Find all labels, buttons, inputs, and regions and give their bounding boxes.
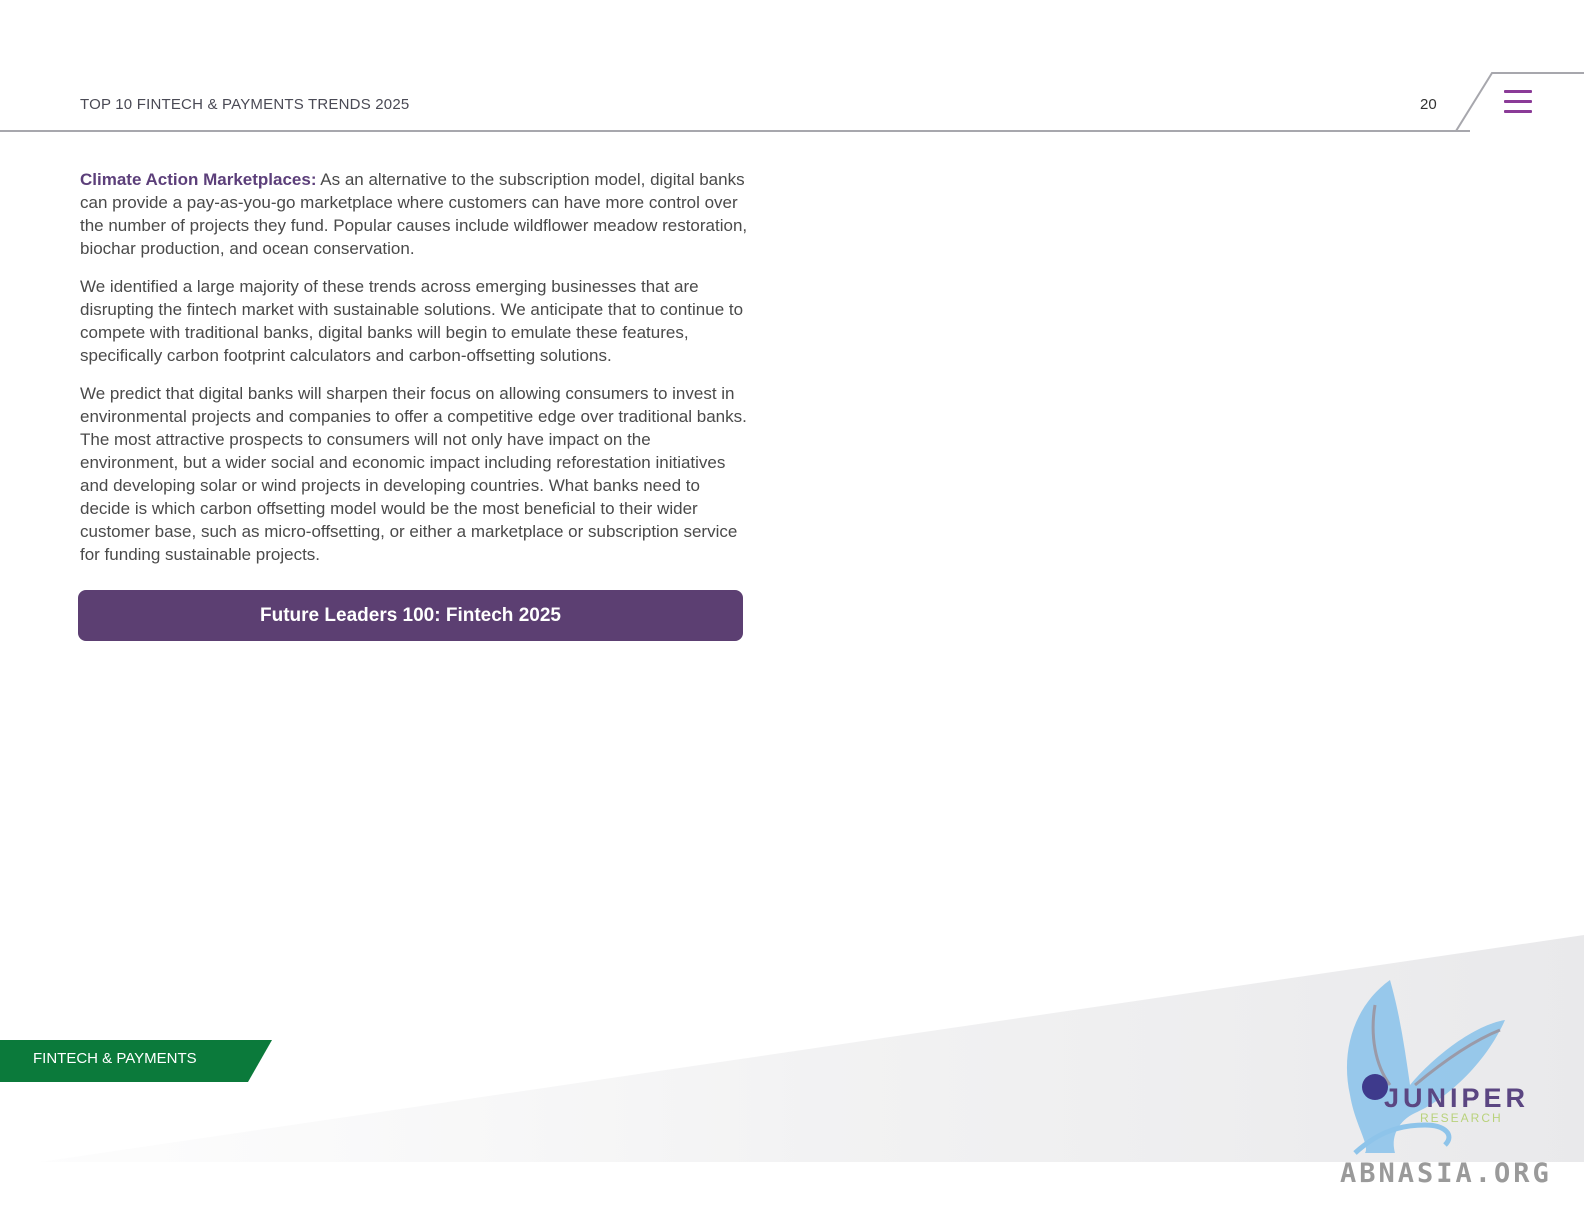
category-label: FINTECH & PAYMENTS [33,1050,197,1067]
juniper-griffin-logo-icon [1346,980,1505,1155]
watermark: ABNASIA.ORG [1340,1158,1552,1189]
logo-subtitle: RESEARCH [1420,1111,1503,1125]
logo-wordmark: JUNIPER [1384,1083,1530,1113]
